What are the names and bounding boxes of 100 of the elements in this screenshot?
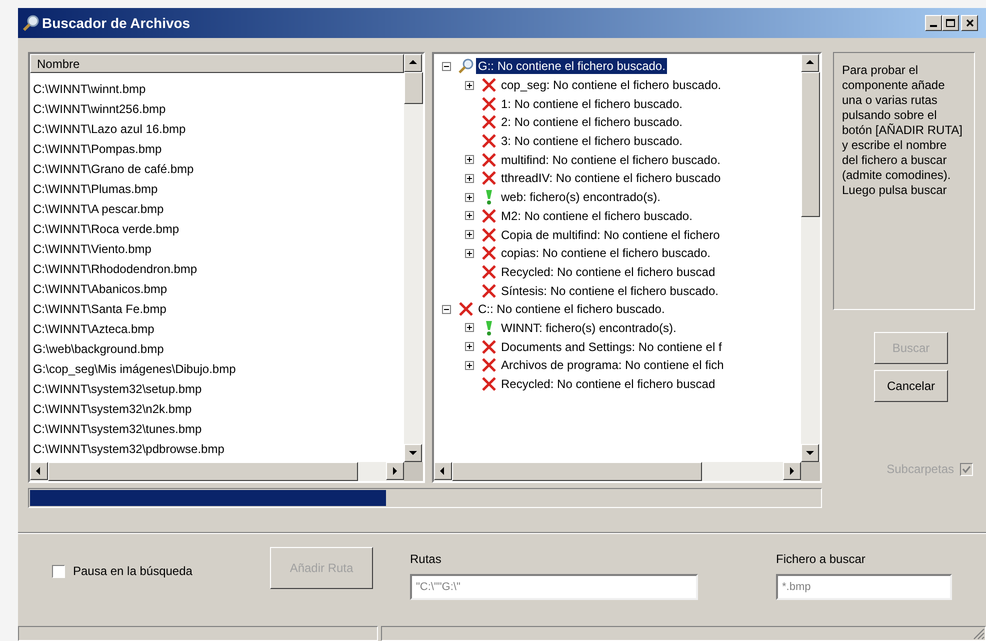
tree-item[interactable]: cop_seg: No contiene el fichero buscado. [499,77,724,94]
tree-item[interactable]: multifind: No contiene el fichero buscado. [499,152,722,168]
scrollbar-corner [801,462,820,481]
cross-icon [481,245,497,262]
tree-item[interactable]: 1: No contiene el fichero buscado. [499,96,684,112]
file-path[interactable]: C:\WINNT\Grano de café.bmp [33,160,194,178]
scroll-left-button[interactable] [30,462,48,480]
scroll-right-button[interactable] [386,462,404,480]
file-path[interactable]: C:\WINNT\Plumas.bmp [33,180,158,198]
expand-button[interactable] [465,360,474,370]
input-field[interactable]: *.bmp [776,574,952,600]
tree-item[interactable]: 2: No contiene el fichero buscado. [499,114,684,130]
cross-icon [481,357,497,374]
file-path[interactable]: C:\WINNT\Rhododendron.bmp [33,260,198,278]
cross-icon [481,338,497,355]
file-path[interactable]: C:\WINNT\Viento.bmp [33,240,152,258]
magnifier-icon [458,58,474,74]
tree-item[interactable]: M2: No contiene el fichero buscado. [499,208,694,224]
close-icon [966,19,974,27]
horizontal-scrollbar[interactable] [30,462,404,481]
expand-button[interactable] [465,342,474,352]
tree-item[interactable]: G:: No contiene el fichero buscado. [476,58,668,74]
tree-item[interactable]: copias: No contiene el fichero buscado. [499,245,712,262]
maximize-button[interactable] [942,15,959,31]
file-path[interactable]: C:\WINNT\A pescar.bmp [33,200,164,218]
button[interactable]: Cancelar [874,370,948,402]
window-title: Buscador de Archivos [42,14,190,32]
scroll-up-button[interactable] [801,54,819,72]
cross-icon [481,264,497,280]
plus-icon [466,362,473,369]
field-label: Fichero a buscar [776,551,866,568]
expand-button[interactable] [465,155,474,164]
cross-icon [481,282,497,299]
tree-item[interactable]: Recycled: No contiene el fichero buscad [499,264,718,280]
tree-item[interactable]: C:: No contiene el fichero buscado. [476,301,667,318]
file-path[interactable]: C:\WINNT\winnt256.bmp [33,100,166,118]
expand-button[interactable] [465,211,474,220]
collapse-button[interactable] [442,62,451,71]
tree-item[interactable]: Síntesis: No contiene el fichero buscado. [499,282,720,299]
tree-item[interactable]: tthreadIV: No contiene el fichero buscado [499,170,723,186]
minimize-icon [930,25,937,27]
file-path[interactable]: G:\cop_seg\Mis imágenes\Dibujo.bmp [33,360,236,378]
cross-icon [481,77,497,94]
scroll-down-button[interactable] [404,444,422,462]
cross-icon [481,226,497,243]
column-header[interactable]: Nombre [30,54,404,73]
collapse-button[interactable] [442,304,451,314]
vertical-scrollbar[interactable] [404,54,423,462]
plus-icon [466,82,473,89]
file-path[interactable]: C:\WINNT\system32\n2k.bmp [33,400,192,418]
expand-button[interactable] [465,192,474,202]
tree-item[interactable]: Archivos de programa: No contiene el fich [499,357,726,374]
input-field[interactable]: "C:\""G:\" [410,574,698,600]
cross-icon [481,376,497,392]
scroll-thumb[interactable] [452,462,702,481]
file-path[interactable]: C:\WINNT\system32\pdbrowse.bmp [33,440,224,458]
file-path[interactable]: C:\WINNT\system32\setup.bmp [33,380,202,398]
scroll-thumb[interactable] [404,72,423,104]
plus-icon [466,212,473,220]
scroll-thumb[interactable] [48,462,358,481]
cross-icon [481,208,497,224]
horizontal-scrollbar[interactable] [434,462,801,481]
vertical-scrollbar[interactable] [801,54,820,462]
plus-icon [466,343,473,350]
minimize-button[interactable] [925,15,942,31]
scroll-left-button[interactable] [434,462,452,480]
expand-button[interactable] [465,230,474,240]
plus-icon [466,174,473,182]
scroll-thumb[interactable] [801,72,820,217]
cross-icon [481,170,497,186]
plus-icon [466,194,473,201]
plus-icon [466,156,473,164]
expand-button[interactable] [465,174,474,183]
file-path[interactable]: C:\WINNT\Santa Fe.bmp [33,300,166,318]
tree-item[interactable]: web: fichero(s) encontrado(s). [499,189,662,206]
expand-button[interactable] [465,80,474,90]
file-path[interactable]: C:\WINNT\Azteca.bmp [33,320,154,338]
checkbox[interactable] [52,564,65,578]
expand-button[interactable] [465,323,474,332]
scroll-down-button[interactable] [801,444,819,462]
file-path[interactable]: C:\WINNT\Roca verde.bmp [33,220,180,238]
close-button[interactable] [961,15,978,31]
file-path[interactable]: C:\WINNT\Lazo azul 16.bmp [33,120,186,138]
file-path[interactable]: C:\WINNT\Abanicos.bmp [33,280,168,298]
plus-icon [466,324,473,332]
tree-item[interactable]: Documents and Settings: No contiene el f [499,338,724,355]
file-path[interactable]: C:\WINNT\Pompas.bmp [33,140,162,158]
resize-grip-icon[interactable] [973,628,985,640]
tree-item[interactable]: Copia de multifind: No contiene el fichero [499,226,722,243]
tree-item[interactable]: Recycled: No contiene el fichero buscad [499,376,718,392]
file-path[interactable]: C:\WINNT\winnt.bmp [33,80,146,98]
tree-item[interactable]: WINNT: fichero(s) encontrado(s). [499,320,678,336]
tree-item[interactable]: 3: No contiene el fichero buscado. [499,133,684,150]
file-path[interactable]: G:\web\background.bmp [33,340,164,358]
magnifier-icon [22,14,40,32]
scroll-right-button[interactable] [783,462,801,480]
file-path[interactable]: C:\WINNT\system32\tunes.bmp [33,420,202,438]
field-label: Rutas [410,551,442,568]
scroll-up-button[interactable] [404,54,422,72]
expand-button[interactable] [465,248,474,258]
